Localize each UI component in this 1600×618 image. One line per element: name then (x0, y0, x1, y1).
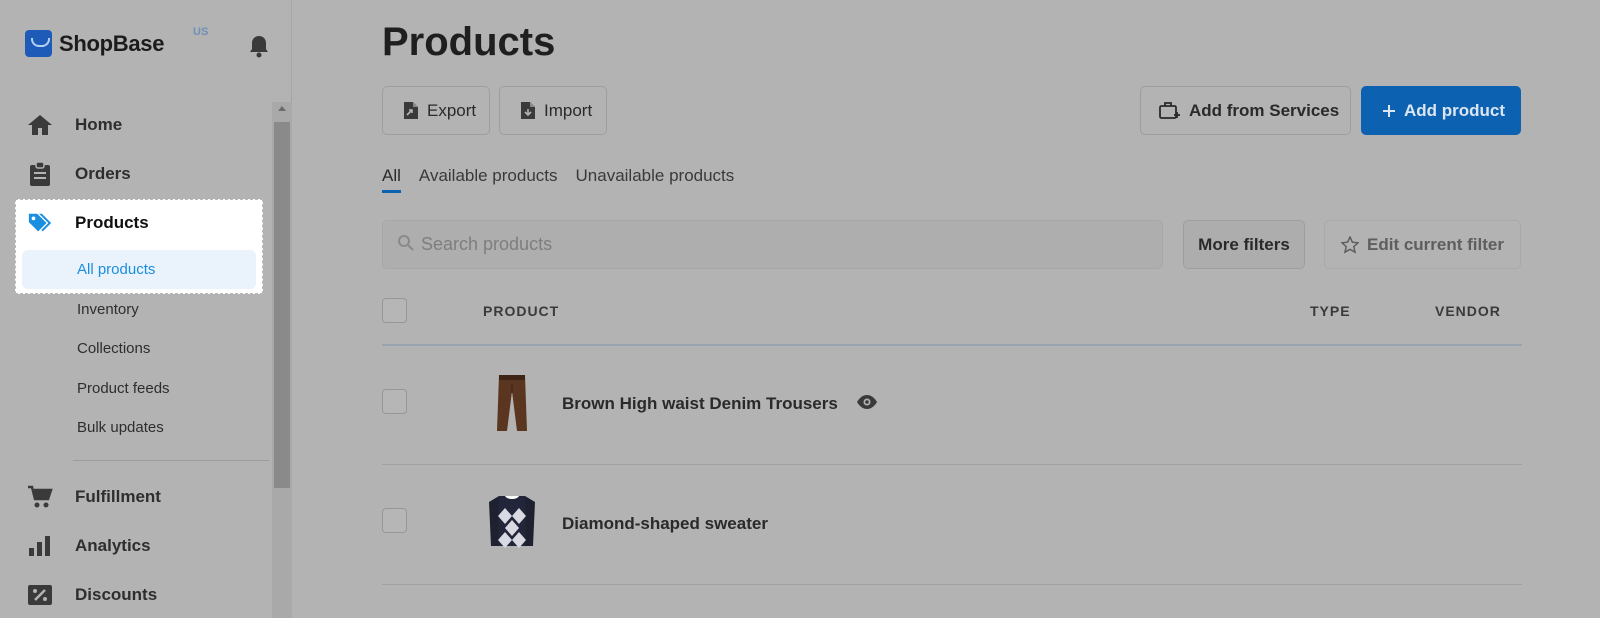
plus-icon (1383, 104, 1395, 117)
sidebar-item-analytics[interactable]: Analytics (0, 524, 272, 568)
sidebar-item-label: Orders (75, 164, 131, 183)
home-icon (27, 112, 53, 138)
tag-icon (27, 210, 53, 236)
sidebar-item-label: Analytics (75, 536, 151, 555)
add-product-label: Add product (1404, 100, 1506, 120)
import-file-icon (521, 102, 535, 119)
shopbase-logo[interactable]: ShopBase US (25, 26, 208, 57)
product-name[interactable]: Brown High waist Denim Trousers (562, 394, 838, 414)
region-badge: US (193, 26, 209, 38)
import-button[interactable]: Import (499, 86, 607, 135)
sidebar-subitem-all-products[interactable]: All products (77, 261, 155, 278)
search-box (382, 220, 1163, 269)
add-from-services-button[interactable]: Add from Services (1140, 86, 1351, 135)
export-label: Export (427, 100, 477, 120)
sidebar-item-fulfillment[interactable]: Fulfillment (0, 475, 272, 519)
sidebar-item-orders[interactable]: Orders (0, 152, 272, 196)
add-from-services-label: Add from Services (1189, 100, 1340, 120)
sidebar-subitem-inventory[interactable]: Inventory (77, 301, 139, 318)
clipboard-icon (27, 161, 53, 187)
tab-all[interactable]: All (382, 166, 401, 193)
sidebar-scrollbar[interactable] (272, 102, 292, 618)
add-product-button[interactable]: Add product (1361, 86, 1521, 135)
product-thumbnail-trousers[interactable] (485, 371, 539, 433)
scroll-thumb[interactable] (274, 122, 290, 488)
row-checkbox[interactable] (382, 389, 407, 414)
column-header-vendor: VENDOR (1435, 303, 1501, 319)
star-icon (1341, 235, 1360, 254)
product-thumbnail-sweater[interactable] (485, 490, 539, 552)
product-name[interactable]: Diamond-shaped sweater (562, 514, 768, 534)
row-divider (382, 464, 1522, 465)
sidebar-subitem-bulk-updates[interactable]: Bulk updates (77, 419, 164, 436)
more-filters-label: More filters (1198, 234, 1290, 254)
sidebar-item-label: Discounts (75, 585, 158, 604)
cart-icon (27, 484, 53, 510)
tab-available-products[interactable]: Available products (419, 166, 558, 193)
sidebar-item-discounts[interactable]: Discounts (0, 573, 272, 617)
column-header-type: TYPE (1310, 303, 1351, 319)
briefcase-add-icon (1159, 102, 1180, 119)
sidebar-item-label: Products (75, 213, 149, 232)
table-header-divider (382, 344, 1522, 346)
product-tabs: All Available products Unavailable produ… (382, 166, 752, 193)
row-divider (382, 584, 1522, 585)
scroll-up-arrow-icon[interactable] (278, 106, 286, 111)
bar-chart-icon (27, 533, 53, 559)
search-input[interactable] (419, 221, 1119, 268)
edit-current-filter-label: Edit current filter (1367, 234, 1504, 254)
select-all-checkbox[interactable] (382, 298, 407, 323)
shopbase-logo-icon (25, 30, 52, 57)
sidebar-item-label: Fulfillment (75, 487, 161, 506)
sidebar-subitem-collections[interactable]: Collections (77, 340, 150, 357)
export-button[interactable]: Export (382, 86, 490, 135)
sidebar-divider (73, 460, 269, 461)
tab-unavailable-products[interactable]: Unavailable products (576, 166, 735, 193)
search-icon (398, 235, 414, 251)
sidebar: ShopBase US Home Orders Products All pro… (0, 0, 292, 618)
eye-icon[interactable] (856, 394, 878, 410)
export-file-icon (404, 102, 418, 119)
import-label: Import (544, 100, 593, 120)
more-filters-button[interactable]: More filters (1183, 220, 1305, 269)
sidebar-item-label: Home (75, 115, 123, 134)
sidebar-subitem-product-feeds[interactable]: Product feeds (77, 380, 170, 397)
bell-icon[interactable] (248, 34, 270, 58)
row-checkbox[interactable] (382, 508, 407, 533)
edit-current-filter-button[interactable]: Edit current filter (1324, 220, 1521, 269)
sidebar-item-home[interactable]: Home (0, 103, 272, 147)
column-header-product: PRODUCT (483, 303, 560, 319)
page-title: Products (382, 20, 556, 64)
discount-icon (27, 582, 53, 608)
sidebar-item-products[interactable]: Products (0, 201, 272, 245)
brand-name: ShopBase (59, 30, 165, 56)
